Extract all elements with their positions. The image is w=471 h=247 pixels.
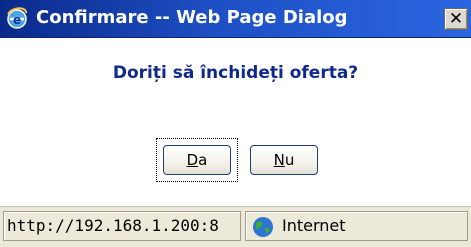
globe-icon	[253, 217, 273, 237]
status-url: http://192.168.1.200:8	[3, 211, 241, 241]
no-button[interactable]: Nu	[250, 145, 318, 175]
title-bar[interactable]: e Confirmare -- Web Page Dialog ✕	[0, 0, 471, 38]
yes-button-accesskey: D	[186, 151, 199, 169]
yes-button[interactable]: Da	[163, 145, 231, 175]
no-button-label: u	[284, 151, 295, 169]
zone-label: Internet	[282, 216, 346, 235]
internet-explorer-icon: e	[7, 7, 27, 29]
yes-button-label: a	[198, 151, 208, 169]
close-button[interactable]: ✕	[444, 8, 468, 30]
svg-text:e: e	[13, 13, 21, 27]
status-bar: http://192.168.1.200:8 Internet	[0, 206, 471, 247]
no-button-accesskey: N	[273, 151, 285, 169]
confirm-question: Doriți să închideți oferta?	[112, 63, 359, 83]
close-icon: ✕	[448, 9, 464, 29]
security-zone[interactable]: Internet	[245, 211, 468, 241]
window-title: Confirmare -- Web Page Dialog	[36, 7, 348, 28]
